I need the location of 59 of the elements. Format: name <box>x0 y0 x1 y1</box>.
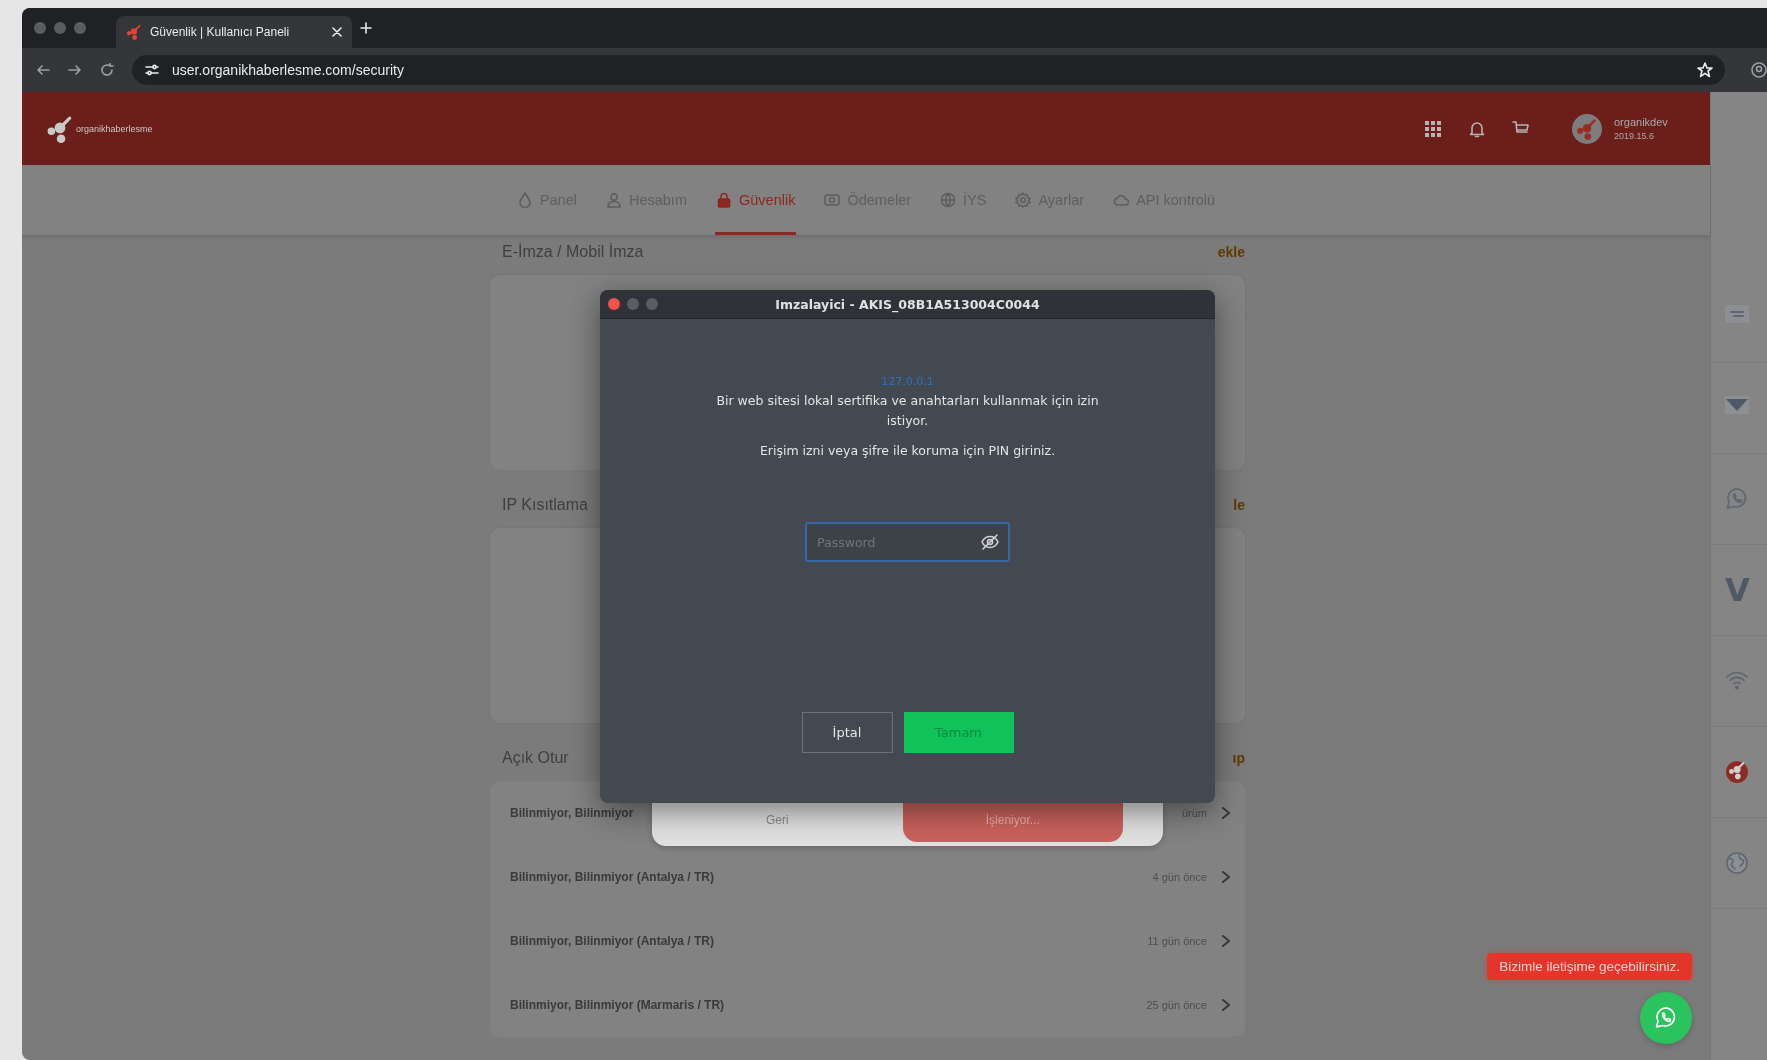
nav-tab[interactable]: Güvenlik <box>715 165 797 235</box>
profile-icon[interactable] <box>1751 62 1767 78</box>
window-control[interactable] <box>34 22 46 34</box>
section-title: IP Kısıtlama <box>502 496 588 514</box>
logo-icon <box>46 114 74 143</box>
site-logo[interactable]: organikhaberlesme <box>46 114 153 143</box>
close-icon[interactable] <box>332 27 342 37</box>
site-settings-icon[interactable] <box>144 62 160 78</box>
section-title: E-İmza / Mobil İmza <box>502 243 644 261</box>
minimize-button[interactable] <box>627 298 639 310</box>
logo-icon <box>1576 117 1598 140</box>
contact-tooltip: Bizimle iletişime geçebilirsiniz. <box>1487 953 1692 980</box>
forward-icon[interactable] <box>68 63 82 77</box>
dialog-title: Imzalayici - AKIS_08B1A513004C0044 <box>774 296 1041 312</box>
close-button[interactable] <box>608 298 620 310</box>
reload-icon[interactable] <box>100 63 114 77</box>
bookmark-star-icon[interactable] <box>1697 62 1713 78</box>
whatsapp-icon <box>1654 1006 1678 1030</box>
host-address: 127.0.0.1 <box>881 375 934 388</box>
pin-prompt: Erişim izni veya şifre ile koruma için PIN giriniz. <box>759 443 1056 458</box>
section-title: Açık Otur <box>502 749 569 767</box>
window-control[interactable] <box>74 22 86 34</box>
globe-icon <box>940 192 957 208</box>
session-device[interactable]: Bilinmiyor, Bilinmiyor <box>510 806 634 820</box>
user-avatar[interactable] <box>1572 113 1602 144</box>
chevron-right-icon[interactable] <box>1221 807 1231 819</box>
site-logo-icon <box>126 24 142 40</box>
user-name: organikdev <box>1614 116 1669 128</box>
user-icon <box>605 192 622 208</box>
session-device[interactable]: Bilinmiyor, Bilinmiyor (Antalya / TR) <box>510 934 715 948</box>
add-link[interactable]: ekle <box>1217 244 1245 260</box>
window-control[interactable] <box>54 22 66 34</box>
permission-message: Bir web sitesi lokal sertifika ve anahtarları kullanmak için izin istiyor. <box>715 392 1100 430</box>
chevron-right-icon[interactable] <box>1221 871 1231 883</box>
bell-icon[interactable] <box>1468 119 1486 138</box>
back-icon[interactable] <box>36 63 50 77</box>
apps-grid-icon[interactable] <box>1424 119 1442 138</box>
drop-icon <box>516 192 533 208</box>
wallet-icon <box>824 192 841 208</box>
cancel-button[interactable]: İptal <box>801 712 893 753</box>
zoom-button[interactable] <box>646 298 658 310</box>
add-link[interactable]: ıp <box>1232 750 1245 766</box>
logo-text: organikhaberlesme <box>76 123 153 134</box>
chevron-right-icon[interactable] <box>1221 935 1231 947</box>
eye-off-icon[interactable] <box>981 534 999 550</box>
gear-icon <box>1015 192 1032 208</box>
lock-icon <box>716 192 732 208</box>
browser-tab[interactable]: Güvenlik | Kullanıcı Paneli <box>116 16 352 48</box>
chevron-right-icon[interactable] <box>1221 999 1231 1011</box>
whatsapp-chat-button[interactable] <box>1640 992 1692 1044</box>
user-version: 2019.15.6 <box>1614 131 1656 141</box>
logo-icon[interactable] <box>1725 760 1749 784</box>
session-device[interactable]: Bilinmiyor, Bilinmiyor (Marmaris / TR) <box>510 998 725 1012</box>
add-link[interactable]: le <box>1233 497 1245 513</box>
ok-button[interactable]: Tamam <box>903 712 1014 753</box>
session-device[interactable]: Bilinmiyor, Bilinmiyor (Antalya / TR) <box>510 870 715 884</box>
tab-title: Güvenlik | Kullanıcı Paneli <box>150 25 291 39</box>
new-tab-icon[interactable] <box>360 22 372 34</box>
cloud-icon <box>1113 192 1130 208</box>
